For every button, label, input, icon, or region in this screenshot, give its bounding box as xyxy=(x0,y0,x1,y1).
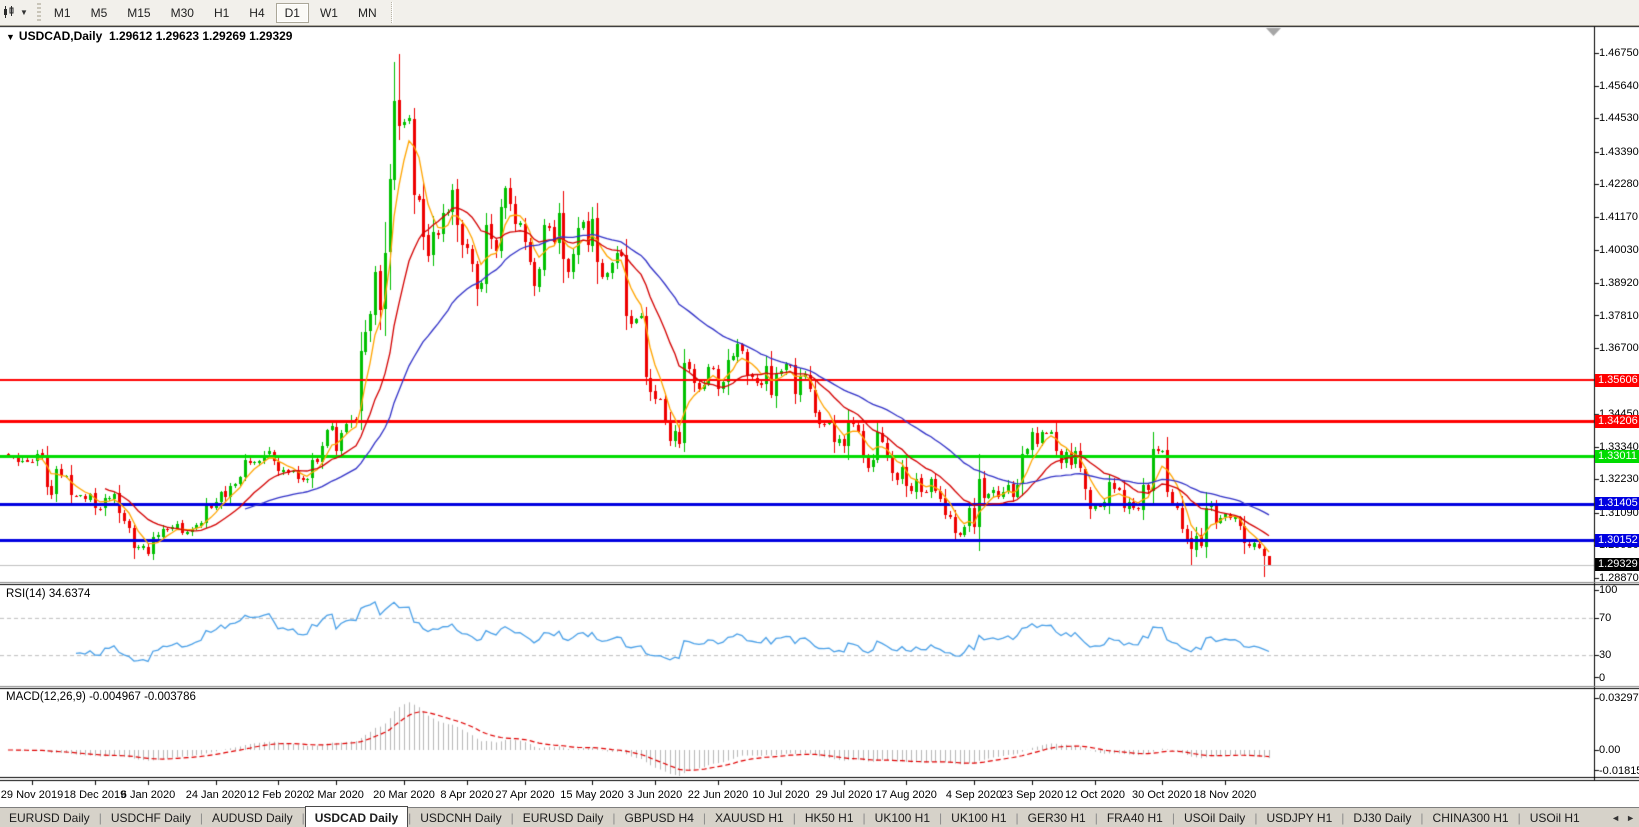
date-tick-label: 2 Mar 2020 xyxy=(308,789,364,801)
timeframe-button-d1[interactable]: D1 xyxy=(275,2,309,23)
timeframe-button-m1[interactable]: M1 xyxy=(45,3,80,23)
date-tick-label: 17 Aug 2020 xyxy=(875,789,937,801)
timeframe-buttons: M1 M5 M15 M30 H1 H4 D1 W1 MN xyxy=(44,2,387,23)
tab-usoil-daily[interactable]: USOil Daily xyxy=(1175,809,1254,827)
tab-eurusd-daily[interactable]: EURUSD Daily xyxy=(0,809,99,827)
tab-hk50-h1[interactable]: HK50 H1 xyxy=(796,809,863,827)
tab-uk100-h1[interactable]: UK100 H1 xyxy=(942,809,1015,827)
tab-usdchf-daily[interactable]: USDCHF Daily xyxy=(102,809,200,827)
tab-fra40-h1[interactable]: FRA40 H1 xyxy=(1098,809,1172,827)
hline-price-flag: 1.31405 xyxy=(1595,497,1639,511)
tab-gbpusd-h4[interactable]: GBPUSD H4 xyxy=(616,809,703,827)
date-tick-label: 8 Apr 2020 xyxy=(440,789,494,801)
tab-scroll-left-icon[interactable]: ◄ xyxy=(1611,813,1620,823)
rsi-indicator-label: RSI(14) 34.6374 xyxy=(6,588,91,600)
tab-usdcad-daily[interactable]: USDCAD Daily xyxy=(304,806,409,827)
price-tick-label: 1.46750 xyxy=(1599,47,1639,59)
tab-usoil-h1[interactable]: USOil H1 xyxy=(1521,809,1589,827)
date-tick-label: 12 Feb 2020 xyxy=(247,789,309,801)
toolbar-separator xyxy=(390,2,393,23)
date-tick-label: 18 Nov 2020 xyxy=(1193,789,1257,801)
price-tick-label: 1.38920 xyxy=(1599,276,1639,289)
price-tick-label: 1.40030 xyxy=(1599,244,1639,257)
symbol-tabs: EURUSD Daily | USDCHF Daily | AUDUSD Daily | U… xyxy=(0,806,1589,827)
symbol-tab-bar: EURUSD Daily | USDCHF Daily | AUDUSD Daily | U… xyxy=(0,806,1639,827)
date-tick-label: 4 Sep 2020 xyxy=(945,789,1003,801)
tab-uk100-h1[interactable]: UK100 H1 xyxy=(866,809,939,827)
date-tick-label: 18 Dec 2019 xyxy=(63,789,127,801)
timeframe-button-mn[interactable]: MN xyxy=(349,3,386,23)
chart-symbol-label: USDCAD,Daily xyxy=(18,29,103,43)
date-tick-label: 30 Oct 2020 xyxy=(1132,789,1192,801)
tab-usdjpy-h1[interactable]: USDJPY H1 xyxy=(1257,809,1341,827)
date-tick-label: 6 Jan 2020 xyxy=(120,789,176,801)
price-tick-label: 1.42280 xyxy=(1599,178,1639,191)
date-tick-label: 10 Jul 2020 xyxy=(752,789,810,801)
timeframe-button-h1[interactable]: H1 xyxy=(205,3,238,23)
candlestick-chart-icon xyxy=(4,6,14,18)
macd-scale-label: -0.018154 xyxy=(1599,765,1639,777)
price-tick-label: 1.45640 xyxy=(1599,79,1639,92)
timeframe-button-h4[interactable]: H4 xyxy=(240,3,273,23)
rsi-scale-label: 100 xyxy=(1599,584,1618,596)
tab-scroll-right-icon[interactable]: ► xyxy=(1626,813,1635,823)
timeframe-button-m5[interactable]: M5 xyxy=(82,3,117,23)
hline-price-flag: 1.30152 xyxy=(1595,533,1639,547)
tab-eurusd-daily[interactable]: EURUSD Daily xyxy=(514,809,613,827)
tab-xauusd-h1[interactable]: XAUUSD H1 xyxy=(706,809,793,827)
rsi-scale-label: 0 xyxy=(1599,672,1606,684)
chart-type-button[interactable]: ▼ xyxy=(0,5,34,20)
chart-ohlc-values: 1.29612 1.29623 1.29269 1.29329 xyxy=(108,29,293,43)
price-tick-label: 1.36700 xyxy=(1599,342,1639,355)
date-tick-label: 23 Sep 2020 xyxy=(1000,789,1064,801)
chevron-down-icon: ▼ xyxy=(20,8,28,17)
date-tick-label: 27 Apr 2020 xyxy=(495,789,555,801)
timeframe-button-w1[interactable]: W1 xyxy=(311,3,347,23)
macd-scale-label: 0.00 xyxy=(1599,744,1621,756)
tab-audusd-daily[interactable]: AUDUSD Daily xyxy=(203,809,302,827)
timeframe-button-m15[interactable]: M15 xyxy=(118,3,159,23)
date-tick-label: 20 Mar 2020 xyxy=(373,789,435,801)
timeframe-button-m30[interactable]: M30 xyxy=(162,3,203,23)
collapse-triangle-icon: ▼ xyxy=(6,32,15,42)
date-tick-label: 24 Jan 2020 xyxy=(185,789,247,801)
date-tick-label: 29 Jul 2020 xyxy=(815,789,873,801)
tab-dj30-daily[interactable]: DJ30 Daily xyxy=(1344,809,1420,827)
date-tick-label: 29 Nov 2019 xyxy=(0,789,64,801)
date-tick-label: 3 Jun 2020 xyxy=(627,789,683,801)
hline-price-flag: 1.35606 xyxy=(1595,373,1639,387)
application-window: ▼ M1 M5 M15 M30 H1 H4 D1 W1 MN ▼ USDCAD,Daily 1.2… xyxy=(0,0,1639,827)
date-tick-label: 12 Oct 2020 xyxy=(1065,789,1125,801)
price-tick-label: 1.32230 xyxy=(1599,473,1639,486)
timeframe-toolbar: ▼ M1 M5 M15 M30 H1 H4 D1 W1 MN xyxy=(0,0,1639,26)
chart-title: ▼ USDCAD,Daily 1.29612 1.29623 1.29269 1.… xyxy=(6,29,292,43)
tab-ger30-h1[interactable]: GER30 H1 xyxy=(1019,809,1095,827)
price-chart-canvas[interactable] xyxy=(0,0,1639,807)
hline-price-flag: 1.34206 xyxy=(1595,414,1639,428)
price-tick-label: 1.43390 xyxy=(1599,145,1639,158)
tab-usdcnh-daily[interactable]: USDCNH Daily xyxy=(411,809,510,827)
rsi-scale-label: 30 xyxy=(1599,649,1612,662)
price-tick-label: 1.37810 xyxy=(1599,309,1639,322)
macd-indicator-label: MACD(12,26,9) -0.004967 -0.003786 xyxy=(6,691,196,703)
date-tick-label: 22 Jun 2020 xyxy=(687,789,749,801)
price-tick-label: 1.28870 xyxy=(1599,572,1639,584)
rsi-scale-label: 70 xyxy=(1599,611,1612,624)
macd-scale-label: 0.032972 xyxy=(1599,692,1639,705)
hline-price-flag: 1.33011 xyxy=(1595,449,1639,463)
toolbar-drag-handle[interactable] xyxy=(36,2,41,23)
tab-scroll-arrows: ◄ ► xyxy=(1611,813,1639,823)
price-tick-label: 1.44530 xyxy=(1599,112,1639,125)
tab-china300-h1[interactable]: CHINA300 H1 xyxy=(1424,809,1518,827)
price-tick-label: 1.41170 xyxy=(1599,210,1638,223)
current-price-flag: 1.29329 xyxy=(1595,558,1639,572)
date-tick-label: 15 May 2020 xyxy=(560,789,624,801)
